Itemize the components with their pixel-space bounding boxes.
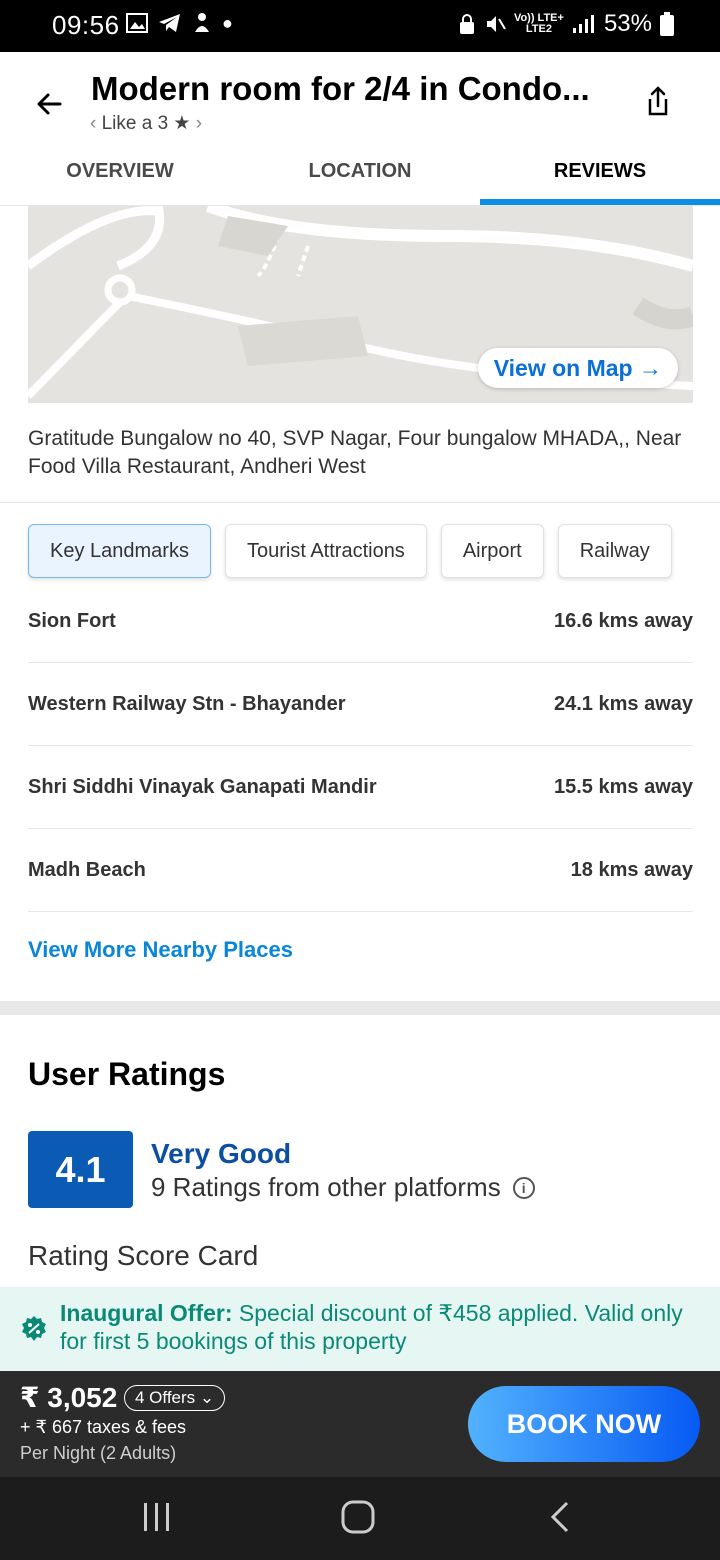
share-icon[interactable] — [638, 82, 678, 122]
subtitle-text: Like a 3 ★ — [101, 113, 191, 134]
status-time: 09:56 — [52, 10, 120, 40]
page-title: Modern room for 2/4 in Condo... — [91, 70, 590, 107]
laurel-icon: ‹ — [90, 113, 97, 134]
gallery-icon — [126, 13, 148, 33]
list-item: Sion Fort 16.6 kms away — [28, 580, 693, 663]
system-icons: Vo)) LTE+ LTE2 53% — [458, 10, 674, 38]
view-on-map-button[interactable]: View on Map → — [477, 348, 678, 388]
location-map[interactable]: View on Map → — [28, 206, 693, 403]
landmark-distance: 15.5 kms away — [554, 775, 693, 798]
recent-apps-icon[interactable] — [140, 1499, 174, 1535]
landmark-name: Shri Siddhi Vinayak Ganapati Mandir — [28, 775, 377, 798]
section-divider — [0, 1001, 720, 1015]
landmark-name: Sion Fort — [28, 609, 116, 632]
view-more-nearby-link[interactable]: View More Nearby Places — [28, 937, 293, 963]
chip-airport[interactable]: Airport — [440, 524, 544, 578]
booking-bar: ₹ 3,052 4 Offers ⌄ + ₹ 667 taxes & fees … — [0, 1371, 720, 1477]
network-text-2: LTE2 — [525, 23, 552, 35]
app-icon — [195, 13, 209, 32]
rating-score-card-heading: Rating Score Card — [28, 1240, 259, 1271]
rating-source-text: 9 Ratings from other platforms — [151, 1172, 501, 1202]
tab-reviews[interactable]: REVIEWS — [480, 152, 720, 205]
chip-key-landmarks[interactable]: Key Landmarks — [28, 524, 211, 578]
notification-icons: ● — [126, 12, 233, 34]
home-icon[interactable] — [340, 1499, 376, 1535]
rating-source: 9 Ratings from other platforms i — [151, 1172, 535, 1203]
dot-icon: ● — [222, 12, 233, 33]
tab-overview[interactable]: OVERVIEW — [0, 152, 240, 205]
tab-bar: OVERVIEW LOCATION REVIEWS — [0, 152, 720, 206]
property-address: Gratitude Bungalow no 40, SVP Nagar, Fou… — [28, 427, 682, 478]
telegram-icon — [159, 14, 180, 32]
lock-icon — [459, 14, 474, 34]
network-label: Vo)) LTE+ LTE2 — [514, 13, 564, 35]
taxes-fees: + ₹ 667 taxes & fees — [20, 1417, 187, 1437]
property-subtitle: ‹ Like a 3 ★ › — [90, 112, 202, 135]
offer-text: Inaugural Offer: Special discount of ₹45… — [60, 1299, 710, 1355]
landmark-distance: 24.1 kms away — [554, 692, 693, 715]
book-now-button[interactable]: BOOK NOW — [468, 1386, 700, 1462]
landmark-list: Sion Fort 16.6 kms away Western Railway … — [28, 580, 693, 912]
rating-label: Very Good — [151, 1138, 292, 1169]
divider — [0, 502, 720, 503]
price: ₹ 3,052 — [20, 1382, 118, 1413]
landmark-name: Madh Beach — [28, 858, 146, 881]
chevron-down-icon: ⌄ — [199, 1388, 215, 1407]
page-header: Modern room for 2/4 in Condo... ‹ Like a… — [0, 52, 720, 206]
battery-percent: 53% — [603, 10, 652, 37]
info-icon[interactable]: i — [512, 1176, 535, 1199]
signal-icon — [572, 15, 594, 33]
system-nav-bar — [0, 1477, 720, 1560]
rating-score-badge: 4.1 — [28, 1131, 133, 1208]
back-arrow-icon[interactable] — [30, 84, 70, 124]
status-bar: 09:56 ● Vo)) LTE+ LTE2 53% — [0, 0, 720, 52]
mute-icon — [486, 16, 506, 32]
back-nav-icon[interactable] — [545, 1499, 575, 1535]
offer-title: Inaugural Offer: — [60, 1300, 233, 1326]
offer-banner: Inaugural Offer: Special discount of ₹45… — [0, 1287, 720, 1371]
discount-badge-icon — [22, 1316, 46, 1341]
tab-location[interactable]: LOCATION — [240, 152, 480, 205]
chip-railway[interactable]: Railway — [557, 524, 672, 578]
landmark-category-chips: Key Landmarks Tourist Attractions Airpor… — [28, 524, 672, 578]
list-item: Shri Siddhi Vinayak Ganapati Mandir 15.5… — [28, 746, 693, 829]
per-night-label: Per Night (2 Adults) — [20, 1443, 177, 1463]
landmark-distance: 16.6 kms away — [554, 609, 693, 632]
battery-icon — [660, 12, 674, 36]
landmark-name: Western Railway Stn - Bhayander — [28, 692, 346, 715]
list-item: Madh Beach 18 kms away — [28, 829, 693, 912]
laurel-icon-right: › — [195, 113, 203, 134]
landmark-distance: 18 kms away — [570, 858, 693, 881]
offers-dropdown[interactable]: 4 Offers ⌄ — [124, 1385, 226, 1411]
list-item: Western Railway Stn - Bhayander 24.1 kms… — [28, 663, 693, 746]
offers-label: 4 Offers — [135, 1388, 196, 1407]
chip-tourist-attractions[interactable]: Tourist Attractions — [224, 524, 427, 578]
user-ratings-heading: User Ratings — [28, 1056, 226, 1092]
